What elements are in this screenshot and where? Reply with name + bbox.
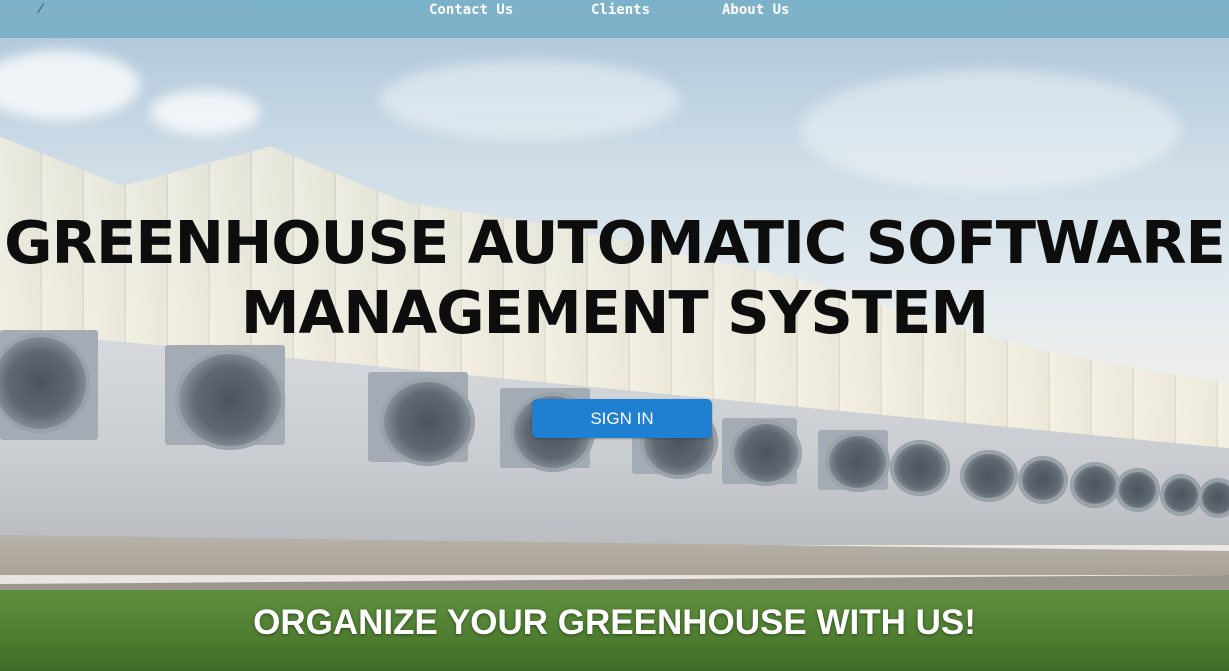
fan-icon — [1070, 462, 1120, 508]
cloud — [800, 70, 1180, 190]
nav-contact-us-link[interactable]: Contact Us — [429, 2, 513, 18]
cloud — [150, 90, 260, 135]
fan-icon — [175, 350, 285, 450]
fan-icon — [960, 450, 1018, 502]
landing-page: ∕ Contact Us Clients About Us GREENHOUSE… — [0, 0, 1229, 671]
nav-about-us-link[interactable]: About Us — [722, 2, 789, 18]
hero-title: GREENHOUSE AUTOMATIC SOFTWARE MANAGEMENT… — [0, 208, 1229, 348]
fan-icon — [730, 420, 802, 486]
fan-icon — [825, 432, 890, 492]
fan-icon — [1115, 468, 1160, 512]
sign-in-button[interactable]: SIGN IN — [532, 399, 712, 438]
fan-icon — [890, 440, 950, 496]
logo-icon[interactable]: ∕ — [40, 0, 56, 18]
nav-clients-link[interactable]: Clients — [591, 2, 650, 18]
fan-icon — [380, 378, 475, 466]
cloud — [380, 60, 680, 140]
fan-icon — [1160, 474, 1202, 516]
hero-title-line-1: GREENHOUSE AUTOMATIC SOFTWARE — [4, 208, 1226, 277]
hero-title-line-2: MANAGEMENT SYSTEM — [240, 278, 989, 347]
fan-icon — [1018, 456, 1068, 504]
hero-tagline: ORGANIZE YOUR GREENHOUSE WITH US! — [253, 603, 976, 642]
top-navbar: ∕ Contact Us Clients About Us — [0, 0, 1229, 38]
